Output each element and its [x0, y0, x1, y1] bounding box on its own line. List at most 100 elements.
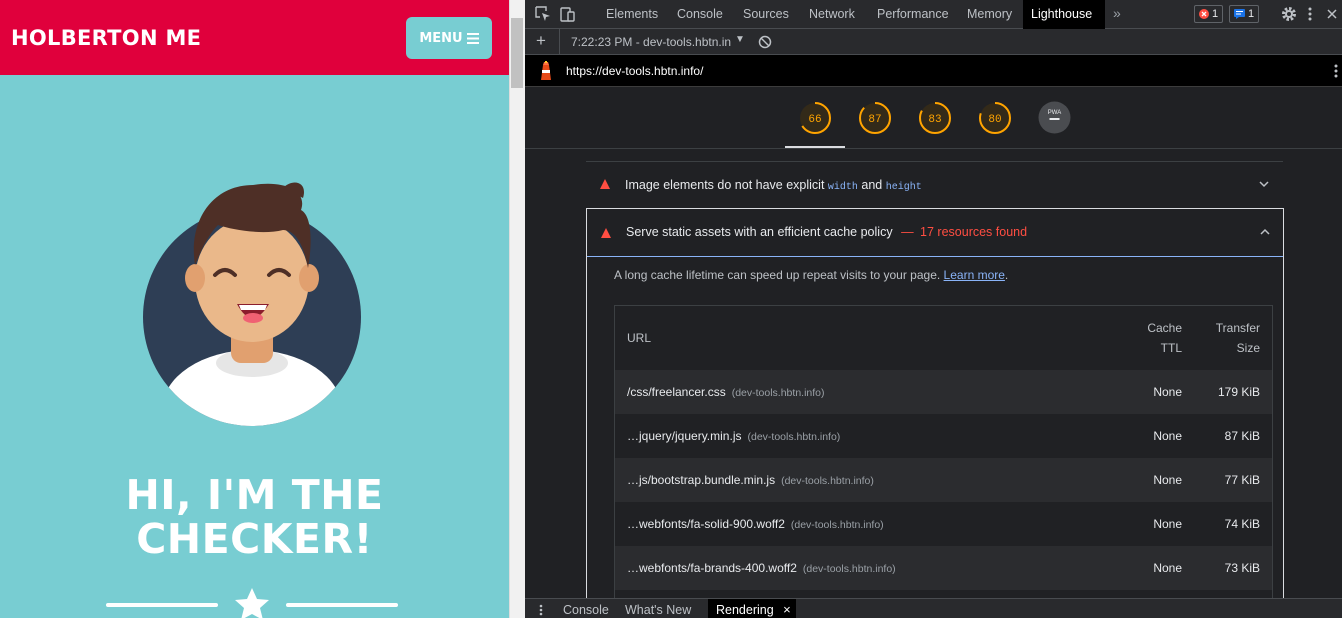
row-cache-ttl: None: [1153, 561, 1182, 575]
report-selector[interactable]: 7:22:23 PM - dev-tools.hbtn.in: [571, 35, 731, 49]
tab-sources[interactable]: Sources: [735, 0, 797, 29]
report-url[interactable]: https://dev-tools.hbtn.info/: [566, 64, 703, 78]
audit-image-dimensions-title: Image elements do not have explicit widt…: [625, 162, 922, 211]
audit1-code-width: width: [827, 182, 858, 193]
more-tabs-icon[interactable]: »: [1113, 5, 1121, 21]
audits-scrollbar[interactable]: [1331, 150, 1342, 598]
site-navbar: HOLBERTON ME MENU: [0, 0, 509, 75]
divider-line-left: [106, 603, 218, 607]
table-row[interactable]: …js/bootstrap.bundle.min.js (dev-tools.hb…: [615, 458, 1272, 502]
audit2-dash: —: [901, 225, 914, 239]
menu-label: MENU: [419, 30, 463, 46]
hero-heading: HI, I'M THE CHECKER!: [0, 473, 509, 561]
tab-console[interactable]: Console: [669, 0, 731, 29]
row-host: (dev-tools.hbtn.info): [781, 475, 874, 487]
error-icon: [1199, 9, 1209, 19]
site-brand[interactable]: HOLBERTON ME: [11, 26, 201, 50]
more-options-icon[interactable]: [1307, 6, 1313, 22]
row-cache-ttl: None: [1153, 385, 1182, 399]
table-row[interactable]: /css/freelancer.css (dev-tools.hbtn.info)…: [615, 370, 1272, 414]
message-count: 1: [1248, 8, 1255, 20]
new-report-icon[interactable]: +: [536, 31, 546, 51]
gauge-best-practices[interactable]: 83: [918, 101, 952, 135]
tab-elements[interactable]: Elements: [598, 0, 666, 29]
lighthouse-logo-icon: [541, 61, 551, 80]
active-gauge-indicator: [785, 146, 845, 148]
resource-table: URL Cache TTL Transfer Size /css/freelan…: [614, 305, 1273, 598]
tab-performance[interactable]: Performance: [869, 0, 957, 29]
audit-cache-policy-header[interactable]: Serve static assets with an efficient ca…: [587, 209, 1283, 257]
page-scrollbar-track[interactable]: [509, 0, 525, 618]
row-url[interactable]: /css/freelancer.css: [627, 385, 726, 399]
learn-more-link[interactable]: Learn more: [944, 268, 1005, 282]
gauge-seo-score: 80: [988, 114, 1001, 126]
close-devtools-icon[interactable]: [1326, 6, 1338, 22]
row-host: (dev-tools.hbtn.info): [731, 387, 825, 399]
row-transfer-size: 87 KiB: [1224, 429, 1260, 443]
score-gauges: 66 87 83 80 PWA: [525, 87, 1342, 149]
row-transfer-size: 179 KiB: [1217, 385, 1260, 399]
star-icon: [235, 588, 269, 618]
gauge-performance-score: 66: [808, 114, 821, 126]
gauge-accessibility[interactable]: 87: [858, 101, 892, 135]
drawer-menu-icon[interactable]: [539, 604, 543, 616]
table-row[interactable]: …jquery/jquery.min.js (dev-tools.hbtn.inf…: [615, 414, 1272, 458]
row-url[interactable]: …webfonts/fa-solid-900.woff2: [627, 517, 785, 531]
row-cache-ttl: None: [1153, 429, 1182, 443]
lighthouse-toolbar: + 7:22:23 PM - dev-tools.hbtn.in ▼: [525, 29, 1342, 55]
gauge-pwa[interactable]: PWA: [1038, 101, 1071, 134]
header-ttl-line-2: TTL: [1160, 341, 1182, 355]
row-url[interactable]: …jquery/jquery.min.js: [627, 429, 741, 443]
row-host: (dev-tools.hbtn.info): [802, 563, 896, 575]
drawer-tab-whats-new[interactable]: What's New: [617, 599, 699, 618]
error-count: 1: [1212, 8, 1219, 20]
menu-button[interactable]: MENU: [406, 17, 492, 59]
row-url[interactable]: …js/bootstrap.bundle.min.js: [627, 473, 775, 487]
hero-line-2: CHECKER!: [136, 515, 373, 563]
audit-image-dimensions[interactable]: Image elements do not have explicit widt…: [586, 161, 1283, 207]
avatar-illustration: [143, 182, 361, 426]
settings-gear-icon[interactable]: [1281, 6, 1297, 22]
drawer-tab-rendering[interactable]: Rendering ×: [708, 599, 796, 618]
message-count-badge[interactable]: 1: [1229, 5, 1260, 23]
header-size-line-1: Transfer: [1215, 321, 1260, 335]
audit-description: A long cache lifetime can speed up repea…: [614, 268, 1009, 282]
pwa-label: PWA: [1048, 110, 1061, 116]
row-transfer-size: 77 KiB: [1224, 473, 1260, 487]
audit1-code-height: height: [885, 182, 922, 193]
tab-network[interactable]: Network: [801, 0, 863, 29]
row-host: (dev-tools.hbtn.info): [790, 519, 884, 531]
audit-cache-policy: Serve static assets with an efficient ca…: [586, 208, 1284, 598]
gauge-accessibility-score: 87: [868, 114, 881, 126]
divider-line-right: [286, 603, 398, 607]
audit2-title: Serve static assets with an efficient ca…: [626, 225, 893, 239]
row-url[interactable]: …webfonts/fa-brands-400.woff2: [627, 561, 797, 575]
tab-memory[interactable]: Memory: [959, 0, 1020, 29]
description-text: A long cache lifetime can speed up repea…: [614, 268, 941, 282]
hero-line-1: HI, I'M THE: [125, 471, 384, 519]
row-host: (dev-tools.hbtn.info): [747, 431, 841, 443]
table-row[interactable]: …webfonts/fa-solid-900.woff2 (dev-tools.h…: [615, 502, 1272, 546]
error-count-badge[interactable]: 1: [1194, 5, 1224, 23]
row-transfer-size: 74 KiB: [1224, 517, 1260, 531]
inspect-element-icon[interactable]: [535, 6, 551, 22]
devtools-panel: Elements Console Sources Network Perform…: [525, 0, 1342, 618]
chevron-down-icon: [1259, 181, 1269, 188]
toolbar-separator: [559, 29, 560, 55]
clear-reports-icon[interactable]: [758, 35, 772, 49]
gauge-performance[interactable]: 66: [798, 101, 832, 135]
audit1-and: and: [861, 178, 883, 192]
header-size-line-2: Size: [1236, 341, 1260, 355]
tab-lighthouse[interactable]: Lighthouse: [1023, 0, 1105, 29]
gauge-seo[interactable]: 80: [978, 101, 1012, 135]
page-scrollbar-thumb[interactable]: [511, 18, 523, 88]
device-toolbar-icon[interactable]: [560, 6, 576, 22]
report-menu-icon[interactable]: [1333, 63, 1339, 79]
drawer-tab-console[interactable]: Console: [555, 599, 617, 618]
devtools-tab-bar: Elements Console Sources Network Perform…: [525, 0, 1342, 29]
report-dropdown-icon[interactable]: ▼: [735, 34, 745, 45]
row-cache-ttl: None: [1153, 517, 1182, 531]
close-tab-icon[interactable]: ×: [783, 599, 791, 618]
table-row[interactable]: …webfonts/fa-brands-400.woff2 (dev-tools.…: [615, 546, 1272, 590]
fail-triangle-icon: [601, 228, 611, 238]
